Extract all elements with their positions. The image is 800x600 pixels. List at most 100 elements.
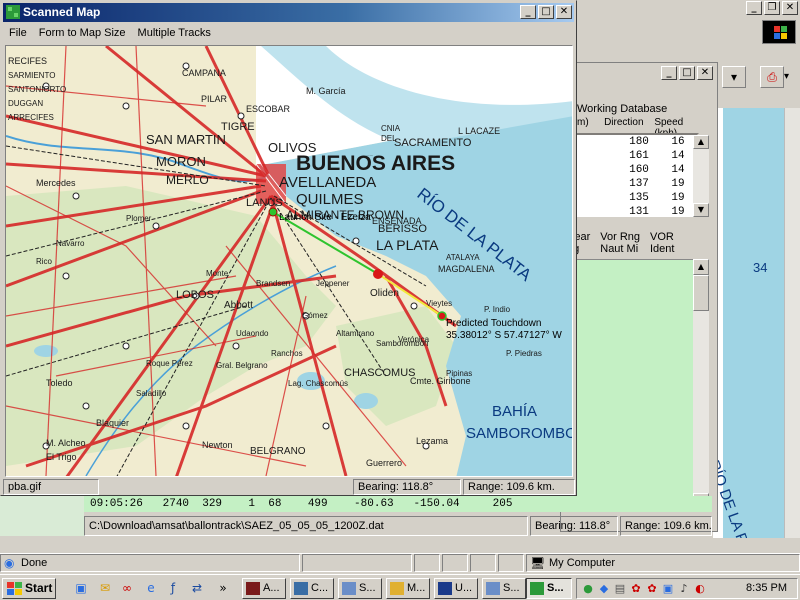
taskbar-item[interactable]: A... [242,578,286,599]
ftp-icon[interactable]: ƒ [164,579,182,597]
map-label: ARRECIFES [8,113,54,122]
map-label: ESCOBAR [246,104,291,114]
map-label: El Trigo [46,452,77,462]
map-label: BAHÍA [492,403,537,420]
map-label: Navarro [56,239,85,248]
tray-icon[interactable]: ▣ [661,582,675,596]
map-label: MERLO [166,173,209,187]
touchdown-marker[interactable] [437,311,447,321]
map-label: CNIA [381,124,401,133]
map-label: ATALAYA [446,253,480,262]
scanned-map-titlebar[interactable]: Scanned Map _ □ ✕ [3,3,574,22]
menu-multiple-tracks[interactable]: Multiple Tracks [132,23,217,43]
scroll-up-icon[interactable]: ▲ [693,259,709,275]
map-label: Altamirano [336,329,375,338]
list-item[interactable]: 180 16 [575,135,697,149]
status-pane [302,554,412,572]
scroll-thumb[interactable] [693,275,709,311]
outlook-icon[interactable]: ✉ [96,579,114,597]
taskbar-item[interactable]: C... [290,578,334,599]
column-header: Ident [650,243,675,255]
list-item[interactable]: 137 19 [575,177,697,191]
scroll-up-icon[interactable]: ▲ [693,135,709,149]
browser-status-text: ◉ Done [0,554,300,572]
map-label: LANUS [246,197,283,209]
show-desktop-icon[interactable]: ▣ [72,579,90,597]
status-pane [414,554,440,572]
scroll-down-icon[interactable]: ▼ [693,203,709,217]
minimize-icon[interactable]: _ [520,5,536,19]
track-data-row[interactable]: 09:05:26 2740 329 1 68 499 -80.63 -150.0… [84,496,712,512]
map-label: SAMBOROMBON [466,425,573,442]
volume-icon[interactable]: ♪ [677,582,691,596]
taskbar-item[interactable]: M... [386,578,430,599]
map-label: Udaondo [236,329,269,338]
tray-icon[interactable]: ▤ [613,582,627,596]
more-quicklaunch-icon[interactable]: » [214,579,232,597]
dropdown-arrow-icon[interactable]: ▾ [784,66,798,88]
maximize-icon[interactable]: □ [679,66,695,80]
app-launcher-icon[interactable]: ∞ [118,579,136,597]
map-label: Abbott [224,300,253,311]
tray-icon[interactable]: ◆ [597,582,611,596]
track-window-titlebar[interactable]: _ □ ✕ [561,63,717,83]
scanned-map-view[interactable]: RECIFES CAMPANA SARMIENTO SANTONIORTO DU… [5,45,573,477]
background-map-label: 34 [753,260,768,275]
internet-explorer-icon[interactable]: e [142,579,160,597]
map-label: Vieytes [426,299,452,308]
map-label: M. García [306,86,346,96]
map-label: BERISSO [378,223,427,235]
minimize-icon[interactable]: _ [746,1,762,15]
bearing-readout: Bearing: 118.8° [530,516,618,536]
list-scrollbar[interactable]: ▲ ▼ [693,135,709,217]
taskbar-item[interactable]: S... [482,578,526,599]
list-item[interactable]: 131 19 [575,205,697,219]
tray-icon[interactable]: ◐ [693,582,707,596]
taskbar-item-scanned-map[interactable]: S... [526,578,572,599]
menu-file[interactable]: File [3,23,33,43]
map-label: Toledo [46,378,73,388]
minimize-icon[interactable]: _ [661,66,677,80]
status-pane [498,554,524,572]
column-header: Naut Mi [600,243,639,255]
maximize-icon[interactable]: □ [538,5,554,19]
map-label: M. Alcheo [46,438,86,448]
track-data-grid[interactable] [573,259,697,511]
list-item[interactable]: 160 14 [575,163,697,177]
list-item[interactable]: 135 19 [575,191,697,205]
network-icon[interactable]: ⇄ [188,579,206,597]
touchdown-label: Predicted Touchdown [446,318,541,329]
map-label: CAMPANA [182,68,226,78]
list-item[interactable]: 161 14 [575,149,697,163]
menu-form-to-map-size[interactable]: Form to Map Size [33,23,132,43]
tray-icon[interactable]: ● [581,582,595,596]
map-label: LA PLATA [376,237,439,253]
restore-icon[interactable]: ❐ [764,1,780,15]
app-icon [294,582,308,595]
taskbar-item[interactable]: S... [338,578,382,599]
close-icon[interactable]: ✕ [782,1,798,15]
tray-icon[interactable]: ✿ [645,582,659,596]
dropdown-button[interactable]: ▾ [722,66,746,88]
status-pane [442,554,468,572]
map-label: Newton [202,440,233,450]
background-scrollbar[interactable] [784,108,800,538]
close-icon[interactable]: ✕ [697,66,713,80]
clock[interactable]: 8:35 PM [746,582,787,594]
ie-page-icon: ◉ [4,556,15,570]
map-label: Gral. Belgrano [216,361,268,370]
burst-point-marker[interactable] [373,269,383,279]
pdf-icon[interactable]: ⎙ [760,66,784,88]
tray-icon[interactable]: ✿ [629,582,643,596]
map-label: SARMIENTO [8,71,55,80]
launch-site-marker[interactable] [268,207,278,217]
start-button[interactable]: Start [2,578,56,599]
map-label: Blaquier [96,418,129,428]
vor-header: Beareg Vor RngNaut Mi VORIdent [567,231,674,255]
track-data-scrollbar[interactable]: ▲ ▼ [693,259,709,511]
map-label: Ranchos [271,349,303,358]
close-icon[interactable]: ✕ [556,5,572,19]
working-database-list[interactable]: 180 16 161 14 160 14 137 19 135 19 131 19 ▲ ▼ [573,133,709,219]
taskbar-item[interactable]: U... [434,578,478,599]
range-readout: Range: 109.6 km. [620,516,712,536]
